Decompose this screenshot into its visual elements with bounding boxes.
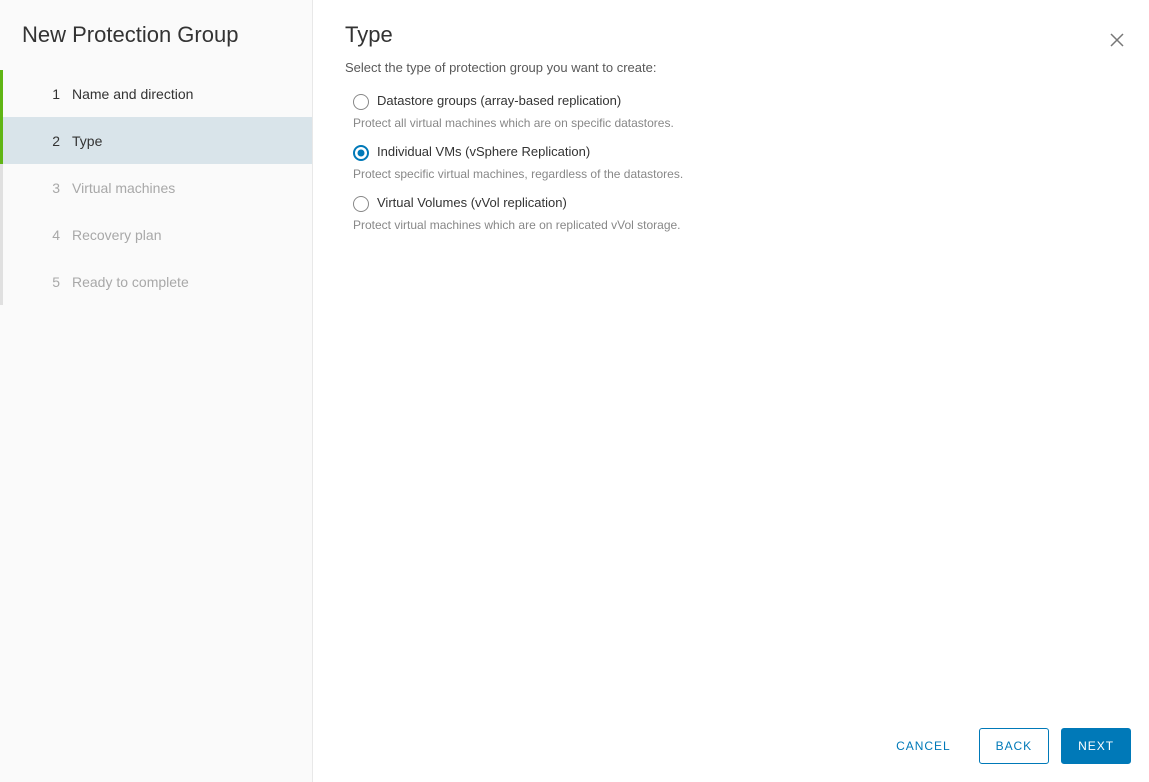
next-button[interactable]: NEXT bbox=[1061, 728, 1131, 764]
step-label: Recovery plan bbox=[72, 227, 162, 243]
wizard-main: Type Select the type of protection group… bbox=[313, 0, 1149, 782]
step-number: 1 bbox=[46, 86, 60, 102]
wizard-steps: 1 Name and direction 2 Type 3 Virtual ma… bbox=[0, 70, 312, 305]
option-description: Protect all virtual machines which are o… bbox=[353, 116, 1117, 130]
step-number: 4 bbox=[46, 227, 60, 243]
step-number: 3 bbox=[46, 180, 60, 196]
step-label: Type bbox=[72, 133, 102, 149]
page-subtitle: Select the type of protection group you … bbox=[345, 60, 1117, 75]
wizard-footer: CANCEL BACK NEXT bbox=[313, 710, 1149, 782]
step-type[interactable]: 2 Type bbox=[0, 117, 312, 164]
step-ready-to-complete[interactable]: 5 Ready to complete bbox=[0, 258, 312, 305]
option-label[interactable]: Individual VMs (vSphere Replication) bbox=[377, 144, 1117, 159]
option-datastore-groups[interactable]: Datastore groups (array-based replicatio… bbox=[345, 93, 1117, 130]
step-label: Virtual machines bbox=[72, 180, 175, 196]
radio-individual-vms[interactable] bbox=[353, 145, 369, 161]
cancel-button[interactable]: CANCEL bbox=[880, 728, 966, 764]
option-description: Protect specific virtual machines, regar… bbox=[353, 167, 1117, 181]
step-number: 5 bbox=[46, 274, 60, 290]
close-button[interactable] bbox=[1103, 26, 1131, 54]
option-virtual-volumes[interactable]: Virtual Volumes (vVol replication) Prote… bbox=[345, 195, 1117, 232]
option-label[interactable]: Datastore groups (array-based replicatio… bbox=[377, 93, 1117, 108]
option-label[interactable]: Virtual Volumes (vVol replication) bbox=[377, 195, 1117, 210]
step-recovery-plan[interactable]: 4 Recovery plan bbox=[0, 211, 312, 258]
step-label: Name and direction bbox=[72, 86, 193, 102]
step-virtual-machines[interactable]: 3 Virtual machines bbox=[0, 164, 312, 211]
step-name-and-direction[interactable]: 1 Name and direction bbox=[0, 70, 312, 117]
step-label: Ready to complete bbox=[72, 274, 189, 290]
page-title: Type bbox=[345, 22, 1117, 48]
wizard-content: Type Select the type of protection group… bbox=[313, 0, 1149, 710]
wizard-sidebar: New Protection Group 1 Name and directio… bbox=[0, 0, 313, 782]
option-description: Protect virtual machines which are on re… bbox=[353, 218, 1117, 232]
back-button[interactable]: BACK bbox=[979, 728, 1050, 764]
close-icon bbox=[1109, 32, 1125, 48]
radio-virtual-volumes[interactable] bbox=[353, 196, 369, 212]
step-number: 2 bbox=[46, 133, 60, 149]
option-individual-vms[interactable]: Individual VMs (vSphere Replication) Pro… bbox=[345, 144, 1117, 181]
radio-datastore-groups[interactable] bbox=[353, 94, 369, 110]
wizard-title: New Protection Group bbox=[0, 22, 312, 70]
